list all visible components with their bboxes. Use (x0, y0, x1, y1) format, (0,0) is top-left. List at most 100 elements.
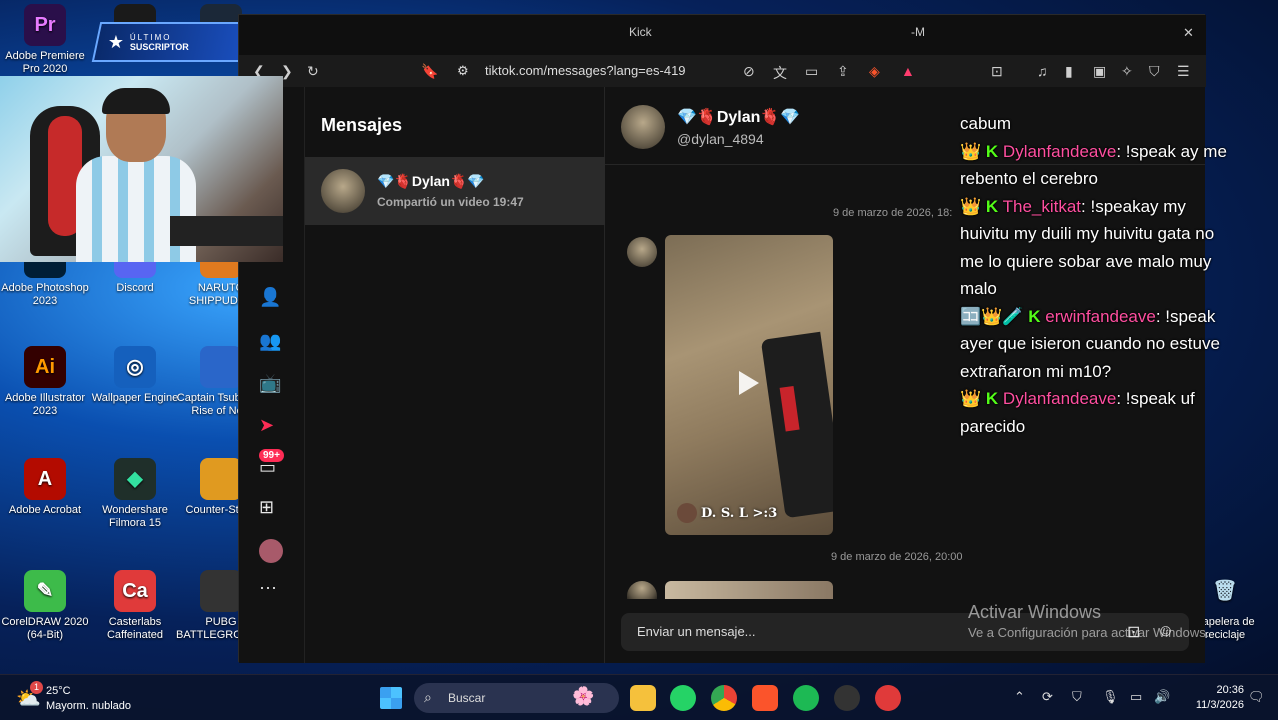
reload-icon[interactable]: ↻ (307, 63, 319, 80)
microphone-icon[interactable]: 🎙 (1102, 689, 1119, 705)
kick-icon: K (985, 141, 999, 161)
sidebar-icon[interactable]: ▮ (1065, 63, 1073, 80)
leo-ai-icon[interactable]: ✧ (1121, 63, 1133, 80)
webcam-overlay (0, 76, 283, 262)
site-settings-icon[interactable]: ⚙ (457, 59, 469, 83)
chat-username: The_kitkat (1002, 196, 1082, 216)
desktop-shortcut[interactable]: ✎ CorelDRAW 2020 (64-Bit) (0, 570, 90, 642)
menu-icon[interactable]: ☰ (1177, 63, 1190, 80)
share-icon[interactable]: ⇪ (837, 63, 849, 80)
keyboard (170, 216, 283, 246)
following-icon[interactable]: 👤 (259, 287, 281, 308)
app-icon: Pr (24, 4, 66, 46)
profile-avatar[interactable] (259, 539, 283, 563)
vpn-icon[interactable]: ⛉ (1149, 63, 1160, 80)
spotify-icon[interactable] (793, 685, 819, 711)
desktop-shortcut[interactable]: Pr Adobe Premiere Pro 2020 (0, 4, 90, 76)
whatsapp-icon[interactable] (670, 685, 696, 711)
chat-text: cabum (960, 114, 1012, 133)
avatar (321, 169, 365, 213)
avatar (627, 581, 657, 599)
desktop-shortcut-label: Casterlabs Caffeinated (106, 616, 164, 641)
kick-icon: K (985, 196, 999, 216)
banner-caption: ÚLTIMO SUSCRIPTOR (130, 33, 189, 52)
desktop-shortcut[interactable]: ◆ Wondershare Filmora 15 (90, 458, 180, 530)
banner-icon: ★ (108, 31, 125, 52)
rewards-icon[interactable]: ▲ (901, 63, 915, 79)
tab-fragment[interactable]: -M (911, 25, 925, 39)
desktop-shortcut-label: Adobe Acrobat (8, 504, 82, 516)
chat-username: Dylanfandeave (1002, 141, 1117, 161)
chat-badges: 👑 (960, 196, 982, 216)
close-tab-icon[interactable]: ✕ (1183, 25, 1194, 41)
upload-icon[interactable]: ⊞ (259, 497, 274, 518)
desktop-shortcut-label: Discord (116, 282, 154, 294)
weather-widget[interactable]: 25°C Mayorm. nublado (46, 684, 131, 714)
show-hidden-icons-icon[interactable]: ⌃ (1014, 689, 1025, 705)
conversation-item[interactable]: 💎🫀Dylan🫀💎 Compartió un video 19:47 (305, 157, 605, 225)
message-timestamp: 9 de marzo de 2026, 18: (833, 207, 953, 219)
app-icon: Ai (24, 346, 66, 388)
activate-windows-watermark: Activar Windows Ve a Configuración para … (968, 602, 1209, 640)
media-icon[interactable]: ♫ (1037, 63, 1048, 79)
tab-fragment[interactable]: Kick (629, 25, 652, 39)
chat-partner-handle[interactable]: @dylan_4894 (677, 131, 764, 147)
shared-video[interactable] (665, 581, 833, 599)
desktop-shortcut[interactable]: ◎ Wallpaper Engine (90, 346, 180, 405)
weather-desc: Mayorm. nublado (46, 700, 131, 712)
address-bar[interactable]: ⚙ tiktok.com/messages?lang=es-419 (451, 59, 751, 83)
taskbar-clock[interactable]: 20:36 11/3/2026 (1180, 683, 1244, 713)
play-icon[interactable] (739, 371, 759, 395)
file-explorer-icon[interactable] (630, 685, 656, 711)
weather-alert-badge: 1 (30, 681, 43, 694)
friends-icon[interactable]: 👥 (259, 331, 281, 352)
screenshot-icon[interactable]: ⊡ (991, 63, 1003, 80)
wallet-icon[interactable]: ▣ (1093, 63, 1106, 80)
bookmark-icon[interactable]: 🔖 (421, 63, 438, 80)
message-input-placeholder: Enviar un mensaje... (637, 624, 756, 639)
chat-username: erwinfandeave (1045, 306, 1156, 326)
stream-chat-message: 🈁👑🧪 K erwinfandeave: !speak ayer que isi… (960, 303, 1230, 386)
live-icon[interactable]: 📺 (259, 373, 281, 394)
desktop-shortcut[interactable]: A Adobe Acrobat (0, 458, 90, 517)
install-app-icon[interactable]: ▭ (805, 63, 818, 80)
watermark-subtitle: Ve a Configuración para activar Windows. (968, 625, 1210, 640)
stream-chat-message: 👑 K The_kitkat: !speakay my huivitu my d… (960, 193, 1230, 303)
avatar[interactable] (621, 105, 665, 149)
desktop-shortcut-label: Adobe Premiere Pro 2020 (5, 50, 85, 75)
app-icon: 🗑 (1212, 579, 1238, 602)
conversation-name: 💎🫀Dylan🫀💎 (377, 173, 485, 189)
desktop-shortcut[interactable]: Ai Adobe Illustrator 2023 (0, 346, 90, 418)
desktop-shortcut[interactable]: Ca Casterlabs Caffeinated (90, 570, 180, 642)
stream-chat-message: 👑 K Dylanfandeave: !speak uf parecido (960, 385, 1230, 440)
brave-shield-icon[interactable]: ◈ (869, 63, 880, 80)
notifications-icon[interactable]: 🗨 (1248, 689, 1265, 705)
weather-temp: 25°C (46, 685, 71, 697)
desktop-shortcut-label: Adobe Photoshop 2023 (1, 282, 89, 307)
chat-partner-name[interactable]: 💎🫀Dylan🫀💎 (677, 107, 800, 127)
more-icon[interactable]: ··· (259, 577, 277, 598)
casterlabs-icon[interactable] (875, 685, 901, 711)
defender-icon[interactable]: ⛉ (1072, 689, 1082, 705)
translate-icon[interactable]: 文 (773, 63, 787, 83)
taskbar-search[interactable]: ⌕ Buscar 🌸 (414, 683, 619, 713)
banner-title: SUSCRIPTOR (130, 41, 189, 52)
no-tracking-icon[interactable]: ⊘ (743, 63, 755, 80)
obs-icon[interactable] (834, 685, 860, 711)
network-icon[interactable]: ▭ (1130, 689, 1142, 705)
start-button[interactable] (380, 687, 402, 709)
sync-icon[interactable]: ⟳ (1042, 689, 1053, 705)
app-icon: ◎ (114, 346, 156, 388)
brave-icon[interactable] (752, 685, 778, 711)
desktop-shortcut-label: Wondershare Filmora 15 (102, 504, 168, 529)
shared-video[interactable]: D. S. L >:3 (665, 235, 833, 535)
chrome-icon[interactable] (711, 685, 737, 711)
url-text: tiktok.com/messages?lang=es-419 (485, 63, 686, 78)
toolbar: ❮ ❯ ↻ 🔖 ⚙ tiktok.com/messages?lang=es-41… (239, 55, 1206, 87)
desktop-shortcut-label: Adobe Illustrator 2023 (4, 392, 86, 417)
messages-icon[interactable]: ➤ (259, 415, 274, 436)
messages-title: Mensajes (321, 115, 403, 135)
stream-chat-message: 👑 K Dylanfandeave: !speak ay me rebento … (960, 138, 1230, 193)
volume-icon[interactable]: 🔊 (1154, 689, 1170, 705)
video-author: D. S. L >:3 (701, 506, 778, 521)
